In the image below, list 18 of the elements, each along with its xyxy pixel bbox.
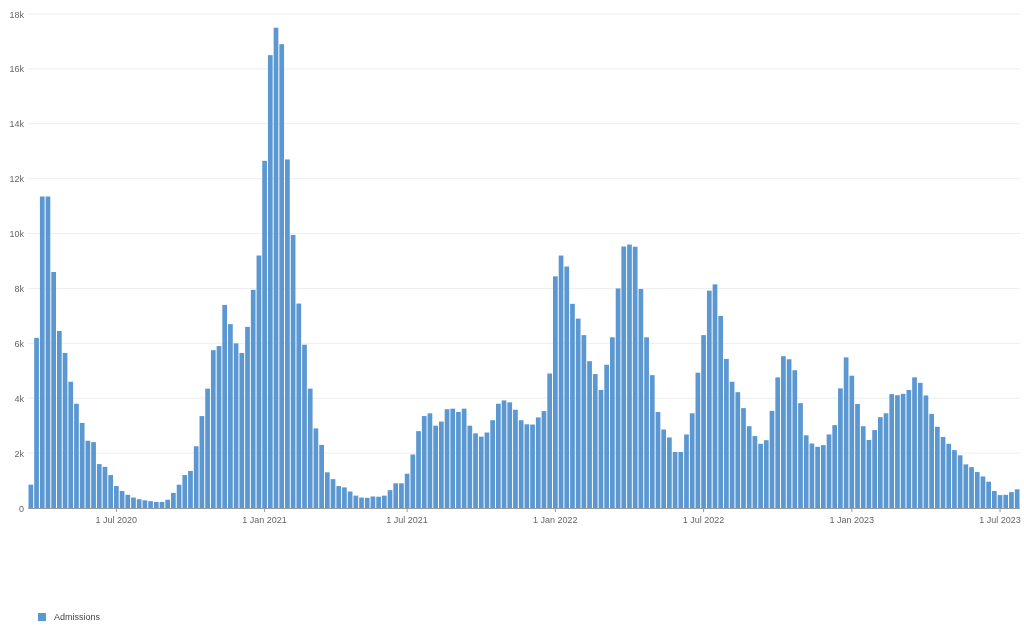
axis-label: 1 Jan 2022 bbox=[533, 515, 578, 525]
axis-label: 4k bbox=[14, 393, 24, 404]
axis-label: 10k bbox=[9, 229, 24, 240]
axis-label: 18k bbox=[9, 9, 24, 20]
axis-label: 6k bbox=[14, 338, 24, 349]
axis-label: 1 Jul 2023 bbox=[979, 515, 1021, 525]
axis-label: 14k bbox=[9, 119, 24, 130]
axis-label: 8k bbox=[14, 283, 24, 294]
axis-label: 1 Jul 2020 bbox=[95, 515, 138, 525]
axis-label: 12k bbox=[9, 174, 24, 185]
axis-label: 16k bbox=[9, 64, 24, 75]
axis-label: 1 Jan 2023 bbox=[829, 515, 875, 525]
axis-label: 1 Jul 2021 bbox=[386, 515, 428, 525]
axis-label: 0 bbox=[19, 503, 24, 514]
legend-label: Admissions bbox=[54, 612, 100, 622]
axis-label: 2k bbox=[14, 448, 24, 459]
axis-label: 1 Jan 2021 bbox=[242, 515, 287, 525]
axis-label: 1 Jul 2022 bbox=[682, 515, 725, 525]
